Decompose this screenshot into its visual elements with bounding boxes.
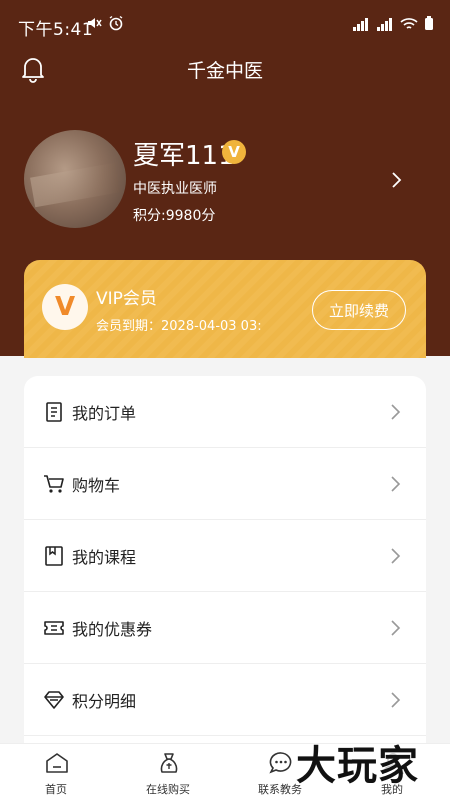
status-bar: 下午5:41	[0, 0, 450, 50]
signal-icon	[377, 17, 392, 31]
status-notification-icons	[86, 15, 124, 31]
menu-list: 我的订单 购物车 我的课程 我的优惠券 积分明细	[24, 376, 426, 756]
bag-icon	[160, 753, 178, 773]
chevron-right-icon	[391, 404, 401, 420]
chevron-right-icon	[391, 692, 401, 708]
vip-title: VIP会员	[96, 289, 157, 309]
chevron-right-icon	[391, 548, 401, 564]
battery-icon	[425, 16, 433, 30]
wifi-icon	[400, 17, 418, 29]
menu-item-label: 购物车	[72, 476, 121, 495]
chevron-right-icon[interactable]	[388, 170, 404, 190]
vip-card: V VIP会员 会员到期：2028-04-03 03: 立即续费	[24, 260, 426, 358]
chevron-right-icon	[391, 476, 401, 492]
tab-label: 在线购买	[146, 783, 190, 796]
status-system-icons	[352, 16, 434, 31]
vip-expiry: 会员到期：2028-04-03 03:	[96, 319, 262, 334]
menu-item-label: 积分明细	[72, 692, 137, 711]
alarm-icon	[109, 15, 123, 31]
menu-item-orders[interactable]: 我的订单	[24, 376, 426, 448]
watermark: 大玩家	[296, 743, 419, 789]
vip-logo-icon: V	[42, 284, 88, 330]
tab-label: 首页	[45, 783, 67, 796]
menu-item-label: 我的课程	[72, 548, 137, 567]
chevron-right-icon	[391, 620, 401, 636]
menu-item-coupons[interactable]: 我的优惠券	[24, 592, 426, 664]
cart-icon	[44, 475, 64, 493]
menu-item-cart[interactable]: 购物车	[24, 448, 426, 520]
user-title: 中医执业医师	[133, 181, 217, 197]
mute-icon	[88, 18, 102, 28]
status-time: 下午5:41	[18, 20, 94, 40]
menu-item-label: 我的订单	[72, 404, 137, 423]
diamond-icon	[44, 691, 64, 709]
user-name: 夏军111	[133, 141, 235, 171]
chat-icon	[269, 752, 292, 774]
menu-item-label: 我的优惠券	[72, 620, 153, 639]
user-points: 积分:9980分	[133, 208, 216, 224]
home-icon	[46, 753, 68, 773]
order-icon	[46, 402, 62, 422]
signal-icon	[353, 17, 368, 31]
page-title: 千金中医	[186, 60, 263, 82]
verified-badge-icon: V	[222, 140, 246, 164]
coupon-icon	[44, 621, 64, 635]
tab-home[interactable]: 首页	[0, 744, 112, 800]
course-icon	[45, 546, 63, 566]
avatar[interactable]	[24, 130, 126, 228]
menu-item-courses[interactable]: 我的课程	[24, 520, 426, 592]
menu-item-points[interactable]: 积分明细	[24, 664, 426, 736]
tab-shop[interactable]: 在线购买	[112, 744, 224, 800]
renew-button[interactable]: 立即续费	[312, 290, 406, 330]
